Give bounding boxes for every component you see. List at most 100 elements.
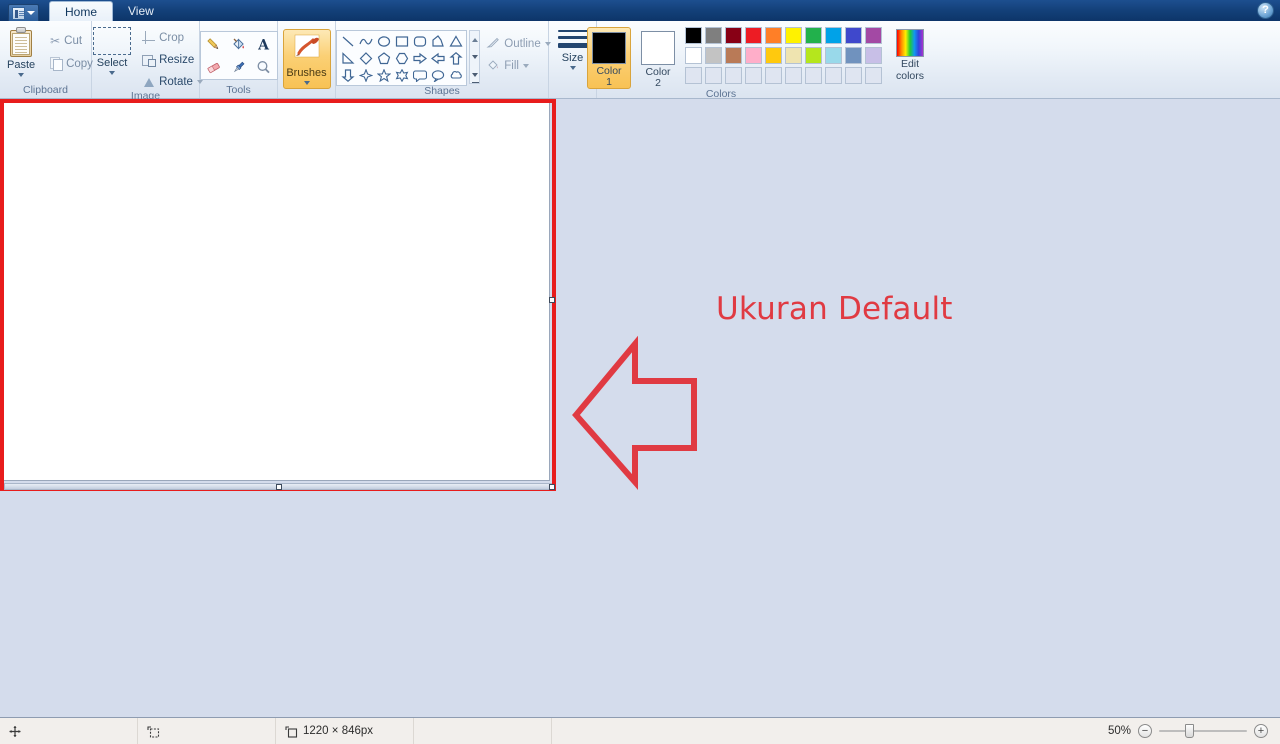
shapes-scroll-buttons[interactable] xyxy=(469,30,481,84)
palette-swatch-r1-c4[interactable] xyxy=(745,27,762,44)
shape-diamond[interactable] xyxy=(357,50,374,66)
quick-access-toolbar[interactable] xyxy=(8,4,39,21)
shape-cloud-callout[interactable] xyxy=(447,67,464,83)
shape-left-arrow[interactable] xyxy=(429,50,446,66)
palette-swatch-r3-c10[interactable] xyxy=(865,67,882,84)
fill-button[interactable]: Fill xyxy=(486,58,550,74)
chevron-down-icon[interactable] xyxy=(109,71,116,75)
shape-oval-callout[interactable] xyxy=(429,67,446,83)
shape-polygon[interactable] xyxy=(429,33,446,49)
chevron-down-icon[interactable] xyxy=(303,81,310,85)
shape-five-point-star[interactable] xyxy=(375,67,392,83)
shape-four-point-star[interactable] xyxy=(357,67,374,83)
resize-label: Resize xyxy=(159,53,195,66)
shape-right-arrow[interactable] xyxy=(411,50,428,66)
shapes-scroll-down-icon[interactable] xyxy=(470,49,479,66)
chevron-down-icon[interactable] xyxy=(569,66,576,70)
tab-view[interactable]: View xyxy=(113,1,169,21)
palette-swatch-r2-c3[interactable] xyxy=(725,47,742,64)
palette-swatch-r2-c2[interactable] xyxy=(705,47,722,64)
shape-line[interactable] xyxy=(339,33,356,49)
palette-swatch-r3-c9[interactable] xyxy=(845,67,862,84)
palette-swatch-r2-c4[interactable] xyxy=(745,47,762,64)
shapes-expand-icon[interactable] xyxy=(470,66,479,83)
pencil-icon[interactable] xyxy=(202,33,226,55)
palette-swatch-r2-c8[interactable] xyxy=(825,47,842,64)
rotate-icon xyxy=(142,75,155,88)
paste-button[interactable]: Paste xyxy=(0,25,44,77)
palette-swatch-r2-c6[interactable] xyxy=(785,47,802,64)
palette-swatch-r2-c1[interactable] xyxy=(685,47,702,64)
palette-swatch-r1-c1[interactable] xyxy=(685,27,702,44)
shape-six-point-star[interactable] xyxy=(393,67,410,83)
palette-swatch-r1-c7[interactable] xyxy=(805,27,822,44)
help-icon[interactable]: ? xyxy=(1257,2,1274,19)
canvas-workspace[interactable]: Ukuran Default xyxy=(0,99,1280,717)
edit-colors-label-1: Edit xyxy=(900,58,920,70)
palette-swatch-r2-c7[interactable] xyxy=(805,47,822,64)
zoom-in-button[interactable]: + xyxy=(1254,724,1268,738)
shape-pentagon[interactable] xyxy=(375,50,392,66)
crop-button[interactable]: Crop xyxy=(138,28,207,47)
shapes-scroll-up-icon[interactable] xyxy=(470,31,479,48)
outline-button[interactable]: Outline xyxy=(486,36,551,52)
shape-rounded-rectangle[interactable] xyxy=(411,33,428,49)
paint-menu-icon[interactable] xyxy=(12,6,25,20)
ribbon-group-colors: Color 1 Color 2 Edit colors Colors xyxy=(587,21,924,99)
edit-colors-button[interactable]: Edit colors xyxy=(889,27,931,82)
eraser-icon[interactable] xyxy=(202,56,226,78)
palette-swatch-r1-c10[interactable] xyxy=(865,27,882,44)
brushes-button[interactable]: Brushes xyxy=(282,29,331,89)
palette-swatch-r1-c3[interactable] xyxy=(725,27,742,44)
palette-swatch-r3-c4[interactable] xyxy=(745,67,762,84)
text-icon[interactable]: A xyxy=(252,33,276,55)
palette-swatch-r1-c8[interactable] xyxy=(825,27,842,44)
palette-swatch-r1-c5[interactable] xyxy=(765,27,782,44)
shape-right-triangle[interactable] xyxy=(339,50,356,66)
color-1-button[interactable]: Color 1 xyxy=(587,27,631,89)
fill-with-color-icon[interactable] xyxy=(227,33,251,55)
outline-pen-icon xyxy=(486,36,500,52)
shape-hexagon[interactable] xyxy=(393,50,410,66)
tab-home[interactable]: Home xyxy=(49,1,114,21)
shape-rounded-callout[interactable] xyxy=(411,67,428,83)
color-picker-icon[interactable] xyxy=(227,56,251,78)
shape-down-arrow[interactable] xyxy=(339,67,356,83)
palette-swatch-r3-c1[interactable] xyxy=(685,67,702,84)
tab-home-label: Home xyxy=(65,4,98,19)
shape-triangle[interactable] xyxy=(447,33,464,49)
status-cell-4 xyxy=(414,717,552,744)
palette-swatch-r2-c10[interactable] xyxy=(865,47,882,64)
canvas-resize-handle-right[interactable] xyxy=(549,297,555,303)
shape-up-arrow[interactable] xyxy=(447,50,464,66)
color-2-button[interactable]: Color 2 xyxy=(636,27,680,89)
shape-oval[interactable] xyxy=(375,33,392,49)
zoom-out-button[interactable]: − xyxy=(1138,724,1152,738)
chevron-down-icon[interactable] xyxy=(18,73,25,77)
palette-swatch-r1-c9[interactable] xyxy=(845,27,862,44)
paintbrush-icon xyxy=(292,33,322,66)
chevron-down-icon[interactable] xyxy=(27,11,35,15)
magnifier-icon[interactable] xyxy=(252,56,276,78)
palette-swatch-r1-c2[interactable] xyxy=(705,27,722,44)
chevron-down-icon[interactable] xyxy=(522,64,529,68)
canvas-resize-handle-corner[interactable] xyxy=(549,484,555,490)
rotate-button[interactable]: Rotate xyxy=(138,72,207,91)
palette-swatch-r3-c7[interactable] xyxy=(805,67,822,84)
palette-swatch-r3-c6[interactable] xyxy=(785,67,802,84)
palette-swatch-r2-c5[interactable] xyxy=(765,47,782,64)
select-button[interactable]: Select xyxy=(90,25,134,75)
drawing-canvas[interactable] xyxy=(4,103,550,481)
palette-swatch-r2-c9[interactable] xyxy=(845,47,862,64)
palette-swatch-r3-c8[interactable] xyxy=(825,67,842,84)
shape-curve[interactable] xyxy=(357,33,374,49)
zoom-slider-thumb[interactable] xyxy=(1185,724,1194,738)
palette-swatch-r3-c5[interactable] xyxy=(765,67,782,84)
palette-swatch-r3-c2[interactable] xyxy=(705,67,722,84)
palette-swatch-r3-c3[interactable] xyxy=(725,67,742,84)
resize-button[interactable]: Resize xyxy=(138,50,207,69)
canvas-resize-handle-bottom[interactable] xyxy=(276,484,282,490)
zoom-slider[interactable] xyxy=(1159,724,1247,738)
shape-rectangle[interactable] xyxy=(393,33,410,49)
palette-swatch-r1-c6[interactable] xyxy=(785,27,802,44)
